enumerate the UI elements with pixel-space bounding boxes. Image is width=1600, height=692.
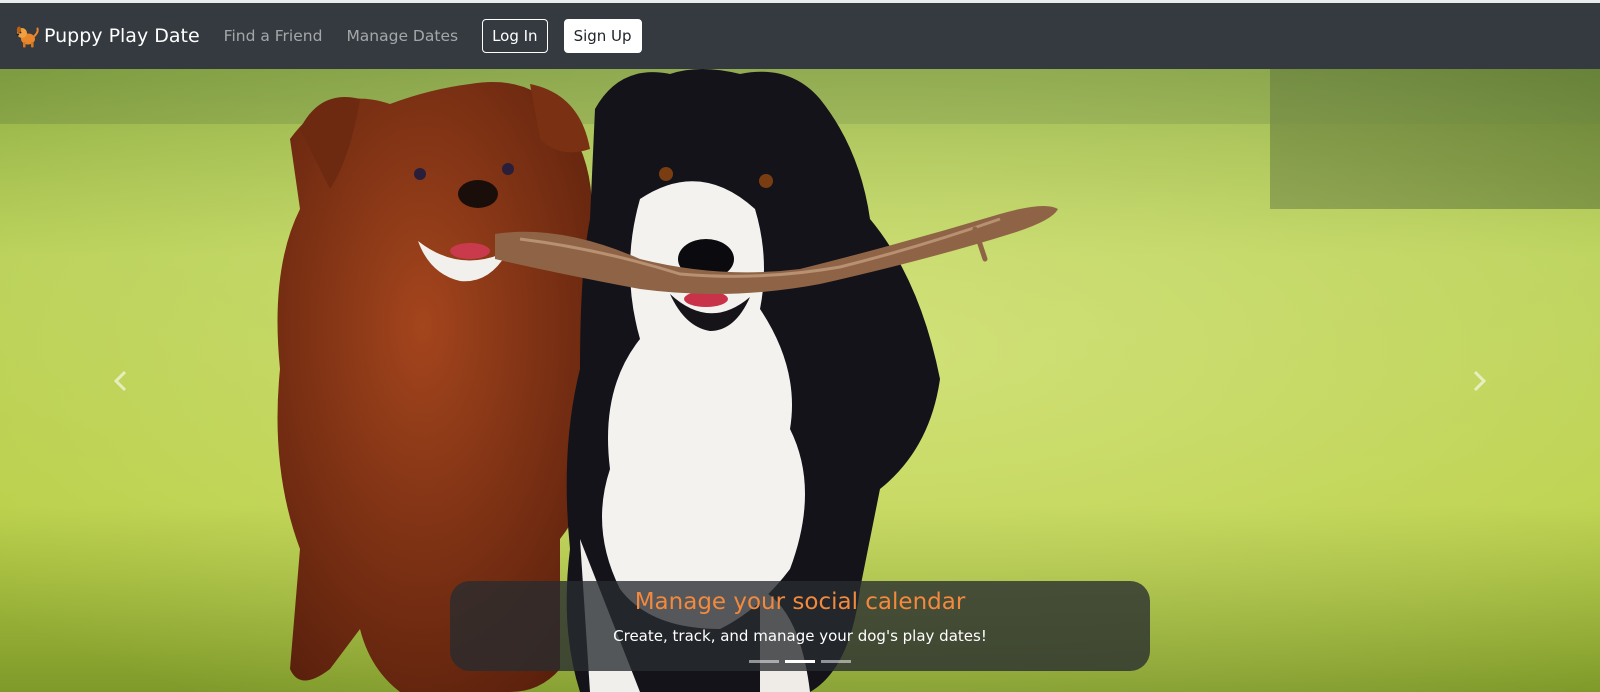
hero-carousel: Manage your social calendar Create, trac…: [0, 69, 1600, 692]
chevron-left-icon: [113, 370, 127, 391]
brand-name: Puppy Play Date: [44, 25, 200, 47]
dog-icon: [15, 24, 40, 49]
chevron-right-icon: [1473, 370, 1487, 391]
brand-link[interactable]: Puppy Play Date: [15, 24, 200, 49]
carousel-caption: Manage your social calendar Create, trac…: [450, 581, 1150, 671]
carousel-indicator-1[interactable]: [749, 660, 779, 663]
navbar: Puppy Play Date Find a Friend Manage Dat…: [0, 3, 1600, 69]
caption-text: Create, track, and manage your dog's pla…: [613, 627, 987, 645]
caption-title: Manage your social calendar: [634, 589, 966, 615]
nav-link-find-a-friend[interactable]: Find a Friend: [224, 27, 323, 45]
login-button[interactable]: Log In: [482, 19, 548, 53]
carousel-indicator-2[interactable]: [785, 660, 815, 663]
nav-link-manage-dates[interactable]: Manage Dates: [346, 27, 458, 45]
carousel-prev-control[interactable]: [0, 69, 240, 692]
carousel-indicator-3[interactable]: [821, 660, 851, 663]
carousel-next-control[interactable]: [1360, 69, 1600, 692]
carousel-indicators: [450, 660, 1150, 663]
signup-button[interactable]: Sign Up: [563, 19, 642, 53]
